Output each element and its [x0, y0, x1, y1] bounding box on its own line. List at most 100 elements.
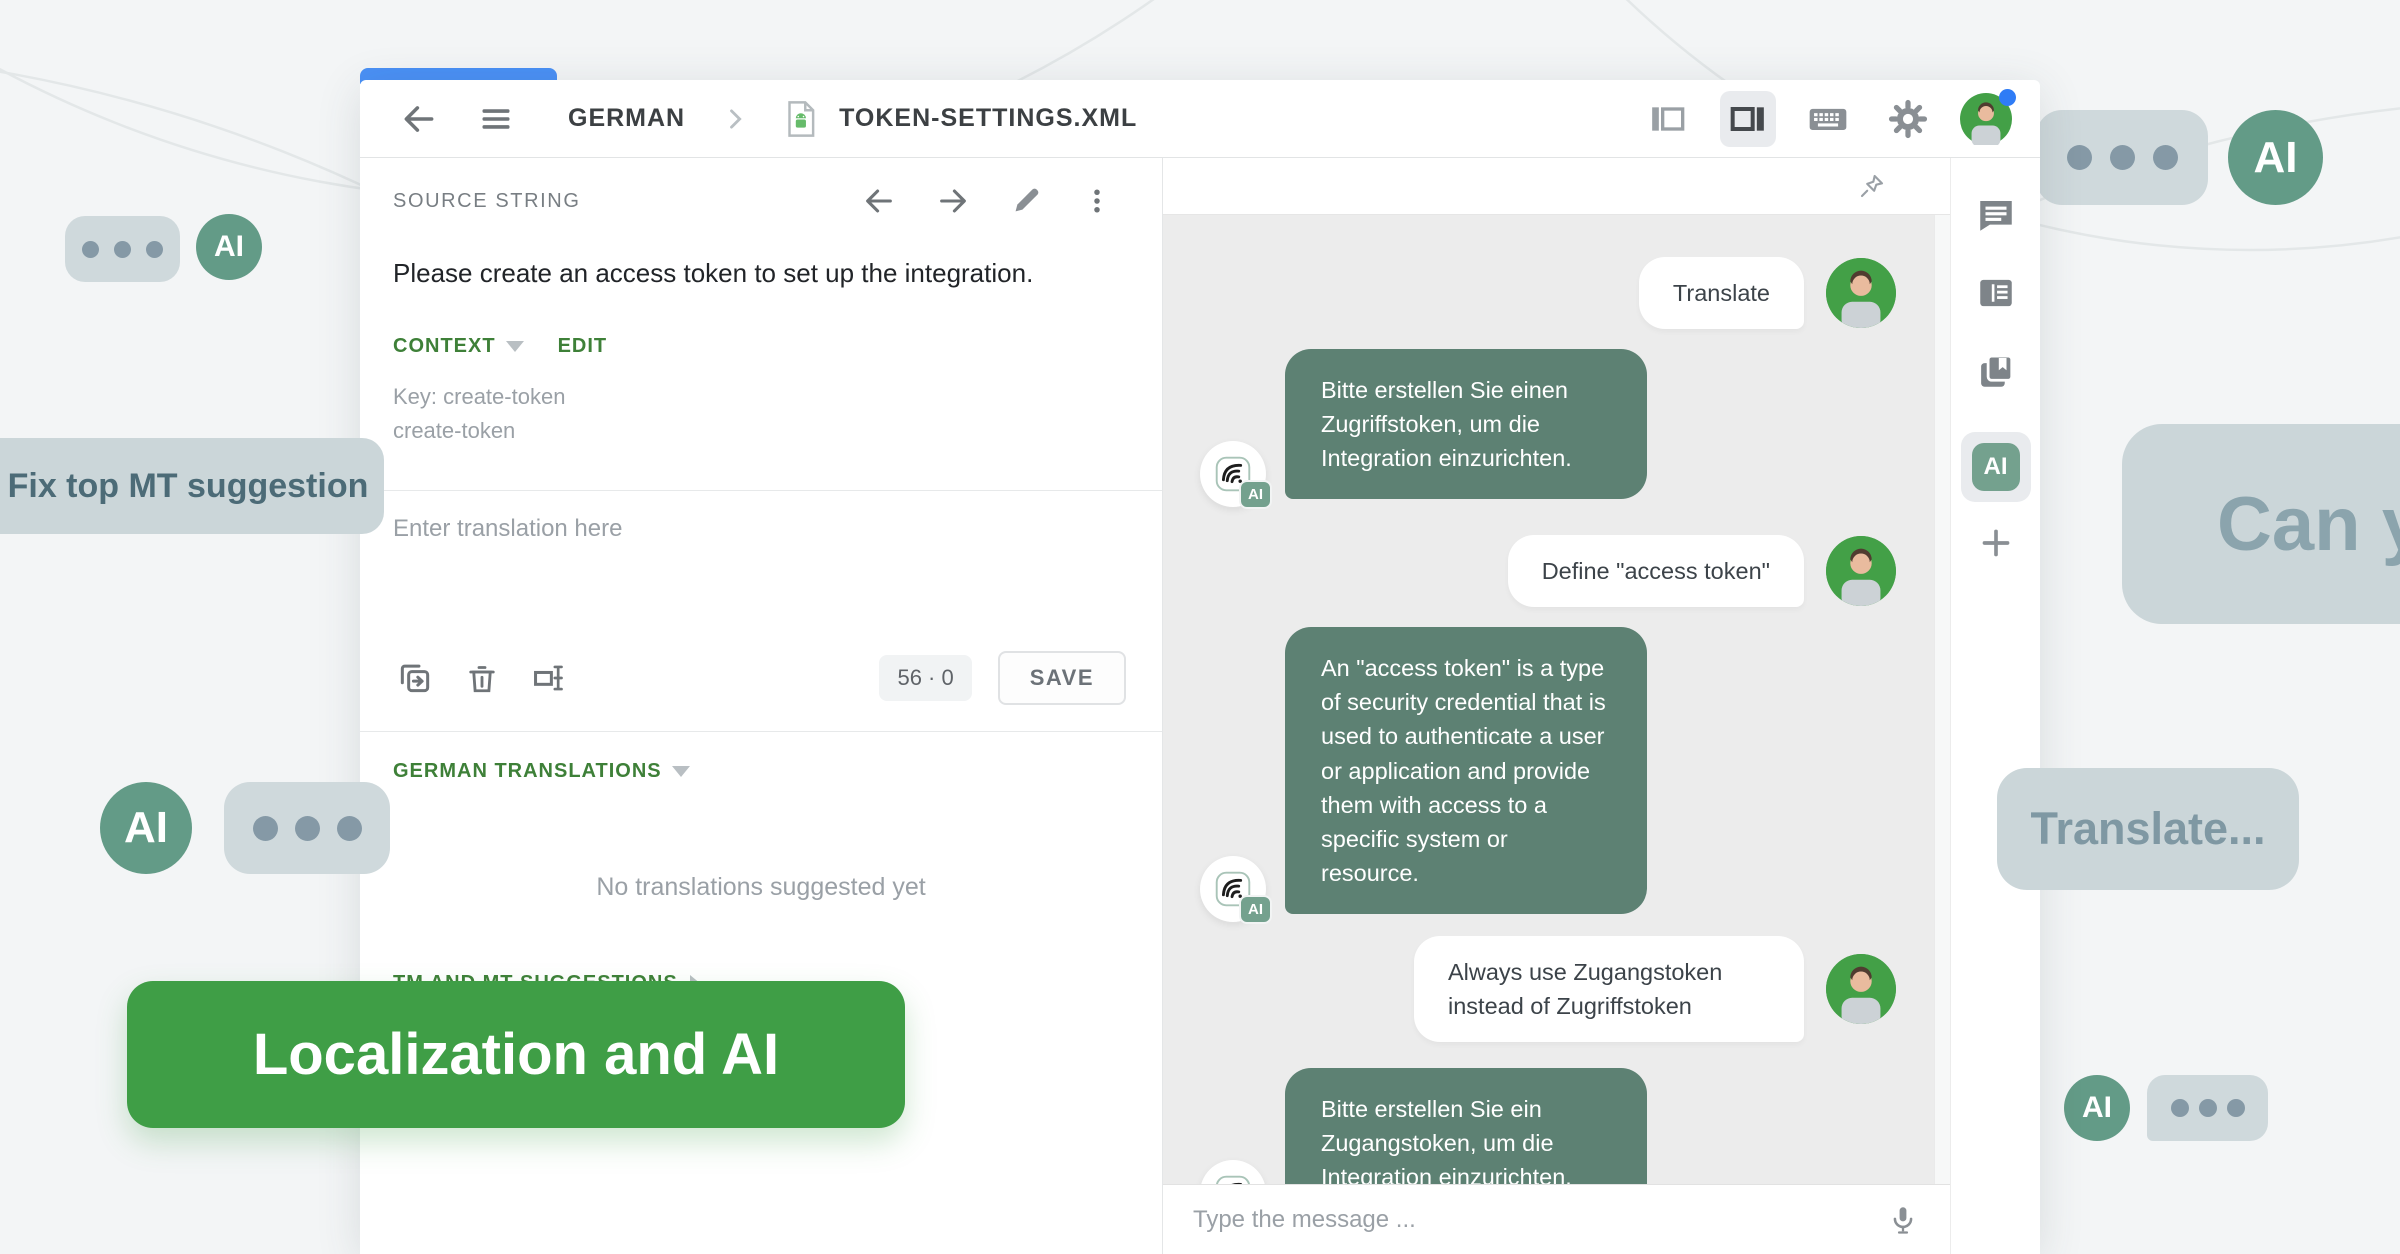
right-panel-layout-icon[interactable] [1720, 91, 1776, 147]
typing-dots-bubble [65, 216, 180, 282]
right-sidebar: AI [1950, 158, 2040, 1254]
ai-assistant-avatar: AI [1200, 1160, 1266, 1184]
ai-message-bubble[interactable]: Bitte erstellen Sie ein Zugangstoken, um… [1285, 1068, 1647, 1184]
ai-circle-badge: AI [100, 782, 192, 874]
chat-message-ai: AI Bitte erstellen Sie ein Zugangstoken,… [1200, 1068, 1896, 1184]
chat-input-bar [1163, 1184, 1950, 1254]
source-string-text: Please create an access token to set up … [360, 218, 1162, 289]
glossary-book-icon[interactable] [1973, 348, 2019, 394]
context-label: CONTEXT [393, 335, 496, 358]
source-string-title: SOURCE STRING [393, 190, 580, 213]
typing-dot [114, 241, 131, 258]
more-vertical-icon[interactable] [1082, 186, 1112, 216]
topbar: GERMAN TOKEN-SETTINGS.XML [360, 80, 2040, 158]
ai-assistant-avatar: AI [1200, 441, 1266, 507]
user-message-bubble[interactable]: Define "access token" [1508, 535, 1804, 607]
source-string-header: SOURCE STRING [360, 158, 1162, 218]
back-arrow-icon[interactable] [400, 100, 438, 138]
typing-dot [82, 241, 99, 258]
typing-dot [253, 816, 278, 841]
chat-message-ai: AI An "access token" is a type of securi… [1200, 627, 1896, 913]
context-row: CONTEXT EDIT [360, 289, 1162, 358]
comments-icon[interactable] [1973, 192, 2019, 238]
user-avatar-wrapper[interactable] [1960, 93, 2012, 145]
chat-messages[interactable]: Translate AI Bitte erstellen Sie einen Z… [1163, 215, 1950, 1184]
topbar-right [1640, 91, 2012, 147]
keyboard-icon[interactable] [1800, 91, 1856, 147]
ai-assistant-avatar: AI [1200, 856, 1266, 922]
fix-suggestion-bubble: Fix top MT suggestion [0, 438, 384, 534]
source-string-actions [862, 184, 1112, 218]
translation-toolbar: 56 · 0 SAVE [360, 635, 1162, 731]
ai-message-bubble[interactable]: An "access token" is a type of security … [1285, 627, 1647, 913]
select-text-icon[interactable] [530, 659, 568, 697]
edit-pencil-icon[interactable] [1010, 185, 1042, 217]
chat-header [1163, 158, 1950, 215]
translation-input[interactable] [393, 515, 1129, 635]
divider [360, 490, 1162, 491]
typing-dot [295, 816, 320, 841]
context-card-icon[interactable] [1973, 270, 2019, 316]
settings-gear-icon[interactable] [1880, 91, 1936, 147]
next-string-icon[interactable] [936, 184, 970, 218]
ai-circle-badge: AI [2228, 110, 2323, 205]
ai-panel-label: AI [1972, 443, 2020, 491]
typing-dot [2153, 145, 2178, 170]
chat-message-input[interactable] [1193, 1206, 1866, 1234]
add-panel-icon[interactable] [1973, 520, 2019, 566]
chat-message-ai: AI Bitte erstellen Sie einen Zugriffstok… [1200, 349, 1896, 499]
german-translations-header[interactable]: GERMAN TRANSLATIONS [360, 732, 1162, 783]
typing-dot [2110, 145, 2135, 170]
breadcrumb-file-name[interactable]: TOKEN-SETTINGS.XML [839, 104, 1137, 133]
typing-dots-bubble [2036, 110, 2208, 205]
menu-icon[interactable] [478, 101, 514, 137]
typing-dots-bubble [224, 782, 390, 874]
context-key: Key: create-token [360, 358, 1162, 414]
chevron-down-icon [506, 341, 524, 352]
previous-string-icon[interactable] [862, 184, 896, 218]
german-translations-label: GERMAN TRANSLATIONS [393, 760, 662, 783]
ai-chat-panel: Translate AI Bitte erstellen Sie einen Z… [1163, 158, 1950, 1254]
user-message-bubble[interactable]: Always use Zugangstoken instead of Zugri… [1414, 936, 1804, 1042]
context-edit-button[interactable]: EDIT [558, 335, 608, 358]
ai-badge: AI [1239, 480, 1272, 509]
typing-dot [2171, 1099, 2189, 1117]
breadcrumb-language[interactable]: GERMAN [568, 104, 685, 133]
chat-message-user: Always use Zugangstoken instead of Zugri… [1200, 936, 1896, 1042]
user-avatar [1826, 258, 1896, 328]
typing-dot [2067, 145, 2092, 170]
left-panel-layout-icon[interactable] [1640, 91, 1696, 147]
clear-translation-icon[interactable] [464, 660, 500, 696]
android-file-icon [779, 98, 821, 140]
user-avatar [1826, 954, 1896, 1024]
chat-message-user: Translate [1200, 257, 1896, 329]
typing-dot [2227, 1099, 2245, 1117]
stage: AI AI AI AI GERMAN [0, 0, 2400, 1254]
ai-circle-badge: AI [2064, 1075, 2130, 1141]
online-status-dot [1999, 89, 2016, 106]
chevron-right-icon [721, 105, 749, 133]
ai-panel-button[interactable]: AI [1961, 432, 2031, 502]
ai-badge: AI [1239, 895, 1272, 924]
context-toggle[interactable]: CONTEXT [393, 335, 524, 358]
user-avatar [1826, 536, 1896, 606]
pin-icon[interactable] [1856, 170, 1888, 202]
typing-dot [146, 241, 163, 258]
copy-source-icon[interactable] [396, 659, 434, 697]
translate-bubble: Translate... [1997, 768, 2299, 890]
localization-ai-banner: Localization and AI [127, 981, 905, 1128]
character-counter: 56 · 0 [879, 655, 971, 701]
context-value: create-token [360, 414, 1162, 448]
chat-message-user: Define "access token" [1200, 535, 1896, 607]
topbar-left: GERMAN TOKEN-SETTINGS.XML [400, 98, 1137, 140]
typing-dot [2199, 1099, 2217, 1117]
can-you-bubble: Can y [2122, 424, 2400, 624]
typing-dots-bubble [2147, 1075, 2268, 1141]
typing-dot [337, 816, 362, 841]
microphone-icon[interactable] [1886, 1203, 1920, 1237]
user-message-bubble[interactable]: Translate [1639, 257, 1804, 329]
chat-scrollbar[interactable] [1934, 215, 1950, 1184]
save-button[interactable]: SAVE [998, 651, 1126, 705]
translations-empty-state: No translations suggested yet [360, 783, 1162, 972]
ai-message-bubble[interactable]: Bitte erstellen Sie einen Zugriffstoken,… [1285, 349, 1647, 499]
